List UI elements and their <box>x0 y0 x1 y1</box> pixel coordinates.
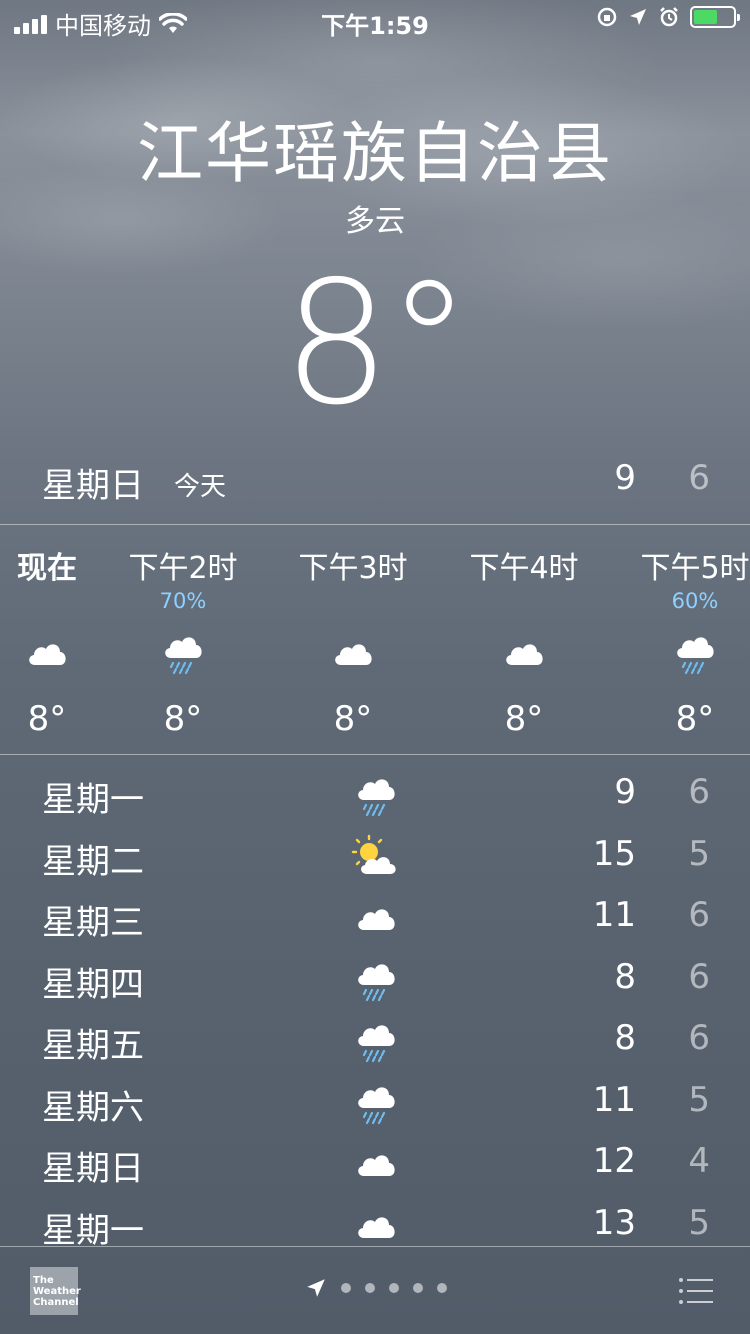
page-indicator[interactable] <box>305 1277 447 1299</box>
precip-chance: 60% <box>671 589 719 613</box>
hour-temp: 8° <box>333 699 373 739</box>
precip-chance <box>459 589 589 615</box>
day-name: 星期五 <box>42 1026 144 1066</box>
day-low: 6 <box>688 895 710 935</box>
day-low: 6 <box>688 772 710 812</box>
hourly-item: 下午5时 60% 8° <box>630 525 750 739</box>
hourly-item: 下午4时 8° <box>459 525 589 739</box>
day-name: 星期二 <box>42 841 144 882</box>
cloud-icon <box>348 1199 404 1253</box>
precip-chance <box>288 589 418 615</box>
daily-row: 星期四 8 6 <box>0 949 750 1011</box>
location-header: 江华瑶族自治县 多云 <box>0 100 750 240</box>
divider <box>0 754 750 755</box>
daily-row: 星期一 9 6 <box>0 764 750 826</box>
orientation-lock-icon <box>597 7 617 27</box>
hour-label: 下午3时 <box>298 551 408 586</box>
day-name: 星期三 <box>42 903 144 943</box>
rain-icon <box>348 768 404 822</box>
day-high: 8 <box>614 1018 636 1058</box>
page-dot <box>341 1283 351 1293</box>
hour-label: 下午5时 <box>640 551 750 586</box>
day-low: 5 <box>688 1202 710 1243</box>
day-high: 15 <box>592 833 636 874</box>
city-name: 江华瑶族自治县 <box>137 115 613 192</box>
day-low: 6 <box>688 1018 710 1058</box>
cloud-icon <box>348 1137 404 1191</box>
location-arrow-icon <box>307 1279 325 1297</box>
hour-temp: 8° <box>27 699 67 739</box>
precip-chance <box>0 589 112 615</box>
page-dot <box>413 1283 423 1293</box>
hour-label: 下午4时 <box>469 551 579 586</box>
rain-icon <box>348 1014 404 1068</box>
daily-row: 星期日 12 4 <box>0 1133 750 1195</box>
hour-temp: 8° <box>163 699 203 739</box>
page-dot <box>389 1283 399 1293</box>
bottom-toolbar: The Weather Channel <box>0 1247 750 1334</box>
partly-sunny-icon <box>348 830 404 884</box>
day-name: 星期六 <box>42 1087 144 1128</box>
hour-label: 下午2时 <box>128 551 238 586</box>
weather-channel-logo[interactable]: The Weather Channel <box>30 1267 81 1315</box>
day-name: 星期日 <box>42 1149 144 1189</box>
rain-icon <box>348 953 404 1007</box>
today-label: 今天 <box>174 472 227 502</box>
list-icon[interactable] <box>678 1277 714 1305</box>
cloud-icon <box>288 623 418 683</box>
daily-forecast[interactable]: 星期一 9 6 星期二 15 5 星期三 11 6 星期四 8 6 星期五 8 … <box>0 764 750 1256</box>
day-high: 12 <box>592 1141 636 1181</box>
today-summary: 星期日 今天 9 6 <box>0 452 750 524</box>
today-day-name: 星期日 <box>42 466 144 506</box>
hour-temp: 8° <box>675 699 715 739</box>
day-name: 星期四 <box>42 964 144 1005</box>
day-name: 星期一 <box>42 1210 144 1251</box>
hourly-forecast[interactable]: 现在 8° 下午2时 70% 8° 下午3时 8° 下午4时 8° 下午5时 6… <box>0 525 750 754</box>
rain-icon <box>630 623 750 683</box>
day-low: 6 <box>688 956 710 997</box>
hour-temp: 8° <box>504 699 544 739</box>
daily-row: 星期五 8 6 <box>0 1010 750 1072</box>
battery-icon <box>690 6 740 28</box>
cloud-icon <box>0 623 112 683</box>
day-low: 4 <box>688 1141 710 1181</box>
cloud-icon <box>459 623 589 683</box>
location-arrow-icon <box>630 9 646 25</box>
today-low: 6 <box>688 458 710 498</box>
weather-condition: 多云 <box>345 204 405 239</box>
today-high: 9 <box>614 458 636 498</box>
alarm-icon <box>660 7 678 27</box>
day-high: 13 <box>592 1202 636 1243</box>
day-high: 11 <box>592 1079 636 1120</box>
status-bar: 中国移动 下午1:59 <box>0 0 750 40</box>
hourly-item: 下午3时 8° <box>288 525 418 739</box>
day-high: 11 <box>592 895 636 935</box>
daily-row: 星期三 11 6 <box>0 887 750 949</box>
day-name: 星期一 <box>42 780 144 820</box>
daily-row: 星期二 15 5 <box>0 826 750 888</box>
daily-row: 星期六 11 5 <box>0 1072 750 1134</box>
day-high: 9 <box>614 772 636 812</box>
precip-chance: 70% <box>159 589 207 613</box>
page-dot <box>365 1283 375 1293</box>
rain-icon <box>348 1076 404 1130</box>
hourly-item: 下午2时 70% 8° <box>118 525 248 739</box>
day-high: 8 <box>614 956 636 997</box>
hourly-item: 现在 8° <box>0 525 112 739</box>
current-temperature: 8° <box>282 245 471 443</box>
day-low: 5 <box>688 1079 710 1120</box>
cloud-icon <box>348 891 404 945</box>
page-dot <box>437 1283 447 1293</box>
day-low: 5 <box>688 833 710 874</box>
hour-label: 现在 <box>17 551 77 586</box>
rain-icon <box>118 623 248 683</box>
